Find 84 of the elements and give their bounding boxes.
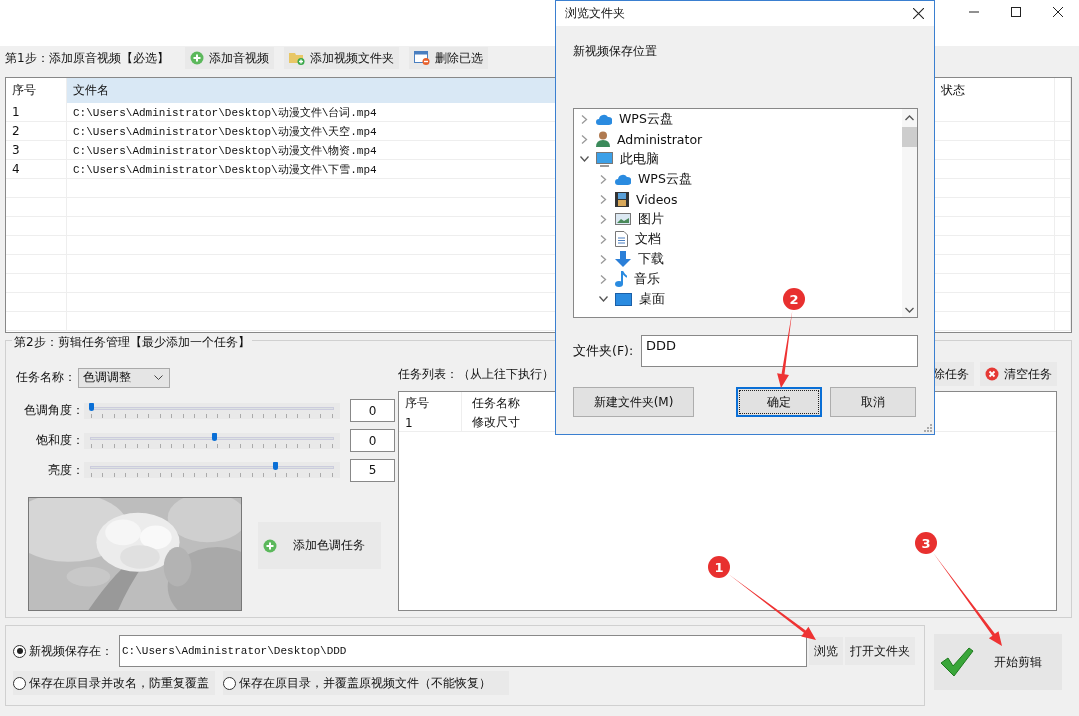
slider-label: 色调角度： [23, 402, 84, 420]
slider-track[interactable] [84, 462, 340, 479]
maximize-icon[interactable] [1011, 7, 1021, 17]
table-cell: 2 [6, 122, 67, 140]
tree-item[interactable]: Videos [636, 191, 678, 207]
dialog-title: 浏览文件夹 [565, 5, 625, 22]
table-cell: 4 [6, 160, 67, 178]
chevron-right-icon[interactable] [599, 254, 608, 264]
document-icon [615, 231, 628, 247]
window-remove-icon [414, 51, 430, 65]
tree-item[interactable]: 桌面 [639, 290, 665, 308]
list-title: 任务列表：（从上往下执行） [398, 365, 554, 383]
radio-option[interactable]: 保存在原目录并改名，防重复覆盖 [13, 671, 215, 695]
toolbar-button[interactable]: 删除已选 [409, 47, 488, 69]
dialog-button[interactable]: 确定 [736, 387, 822, 417]
annotation-marker: 2 [783, 288, 805, 310]
close-icon[interactable] [913, 8, 924, 19]
folder-add-icon [289, 51, 305, 65]
annotation-marker: 1 [708, 556, 730, 578]
slider-label: 亮度： [47, 461, 84, 479]
scrollbar-thumb[interactable] [902, 127, 917, 147]
add-icon [190, 51, 204, 65]
value-field[interactable]: 0 [350, 399, 395, 423]
value-field[interactable]: 0 [350, 429, 395, 453]
image-icon [615, 213, 631, 225]
chevron-right-icon[interactable] [599, 214, 608, 224]
path-field[interactable]: C:\Users\Administrator\Desktop\DDD [119, 635, 807, 667]
resize-grip-icon[interactable] [924, 424, 932, 432]
scroll-up-icon[interactable] [905, 115, 914, 121]
open-folder-button[interactable]: 打开文件夹 [845, 637, 915, 665]
clear-icon [985, 367, 999, 381]
tree-item[interactable]: 下载 [638, 250, 664, 268]
task-dropdown[interactable]: 色调调整 [78, 367, 170, 388]
radio-option[interactable]: 新视频保存在： [13, 639, 119, 663]
chevron-right-icon[interactable] [599, 174, 608, 184]
down-arrow-icon [615, 251, 631, 267]
chevron-right-icon[interactable] [599, 274, 608, 284]
slider-track[interactable] [84, 432, 340, 449]
table-cell: 1 [6, 103, 67, 121]
desktop-icon [615, 292, 632, 306]
chevron-down-icon [154, 375, 163, 380]
annotation-marker: 3 [915, 532, 937, 554]
film-icon [615, 191, 629, 207]
cloud-icon [615, 173, 631, 185]
slider-thumb[interactable] [211, 432, 217, 441]
field-label: 文件夹(F): [573, 342, 635, 360]
monitor-icon [596, 151, 613, 167]
slider-thumb[interactable] [89, 402, 94, 411]
table-cell: 3 [6, 141, 67, 159]
scroll-down-icon[interactable] [905, 307, 914, 313]
value-field[interactable]: 5 [350, 458, 395, 482]
folder-name-field[interactable]: DDD [641, 335, 918, 367]
field-label: 任务名称： [16, 369, 76, 386]
dialog-prompt: 新视频保存位置 [573, 43, 658, 59]
toolbar-button[interactable]: 添加视频文件夹 [284, 47, 399, 69]
slider-track[interactable] [84, 402, 340, 419]
user-icon [596, 131, 610, 147]
column-header[interactable]: 序号 [399, 392, 462, 414]
chevron-right-icon[interactable] [599, 194, 608, 204]
start-button[interactable]: 开始剪辑 [934, 634, 1062, 690]
slider-thumb[interactable] [273, 462, 279, 471]
add-task-button[interactable]: 添加色调任务 [258, 522, 381, 569]
chevron-down-icon[interactable] [580, 156, 589, 162]
slider-label: 饱和度： [35, 432, 84, 450]
step-title: 第1步：添加原音视频【必选】 [5, 49, 170, 67]
tree-item[interactable]: 图片 [638, 210, 664, 228]
chevron-right-icon[interactable] [599, 234, 608, 244]
tree-item[interactable]: 音乐 [634, 270, 660, 288]
close-icon[interactable] [1053, 7, 1063, 17]
tree-item[interactable]: 文档 [635, 230, 661, 248]
browse-button[interactable]: 浏览 [809, 637, 843, 665]
toolbar-button[interactable]: 清空任务 [980, 362, 1057, 386]
dialog-button[interactable]: 取消 [830, 387, 916, 417]
chevron-right-icon[interactable] [580, 114, 589, 124]
radio-option[interactable]: 保存在原目录，并覆盖原视频文件（不能恢复） [223, 671, 509, 695]
dialog-button[interactable]: 新建文件夹(M) [573, 387, 694, 417]
cloud-icon [596, 113, 612, 125]
table-cell: 1 [399, 414, 462, 431]
chevron-right-icon[interactable] [580, 134, 589, 144]
group-title: 第2步：剪辑任务管理【最少添加一个任务】 [12, 334, 252, 351]
add-icon [263, 538, 277, 553]
toolbar-button[interactable]: 添加音视频 [185, 47, 274, 69]
music-note-icon [615, 271, 627, 287]
chevron-down-icon[interactable] [599, 296, 608, 302]
